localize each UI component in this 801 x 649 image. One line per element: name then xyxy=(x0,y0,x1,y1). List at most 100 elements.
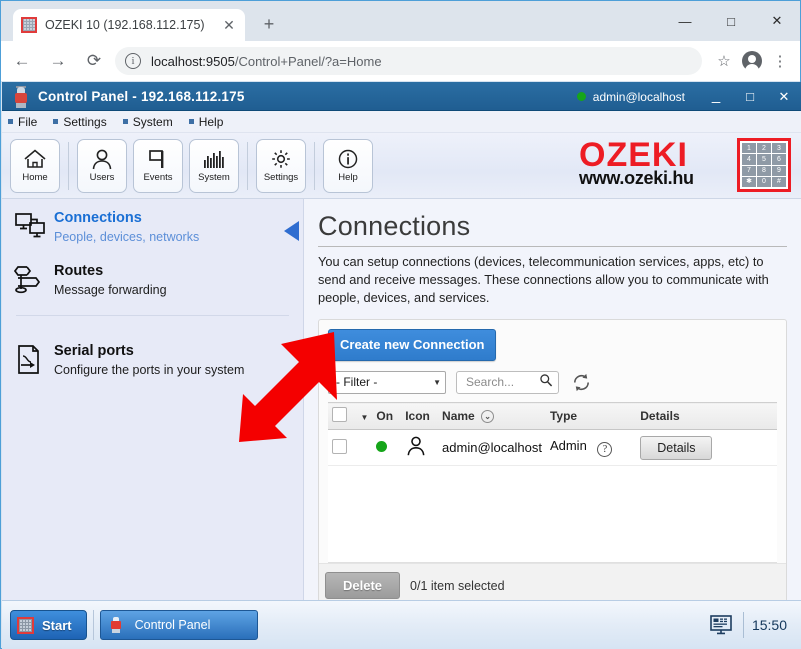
row-details-cell: Details xyxy=(636,430,777,466)
toolbar-button-events[interactable]: Events xyxy=(133,139,183,193)
toolbar-button-label: Events xyxy=(143,172,172,183)
browser-minimize-button[interactable]: — xyxy=(662,1,708,41)
system-tray: 15:50 xyxy=(707,612,793,638)
flag-icon xyxy=(146,148,170,170)
th-details[interactable]: Details xyxy=(636,403,777,430)
search-field[interactable] xyxy=(456,371,559,394)
toolbar-button-system[interactable]: System xyxy=(189,139,239,193)
help-question-icon[interactable]: ? xyxy=(597,442,612,457)
toolbar-button-label: Help xyxy=(338,172,358,183)
sidebar-item-subtitle: Message forwarding xyxy=(54,282,167,299)
status-dot-icon xyxy=(577,92,586,101)
sidebar-item-connections[interactable]: Connections People, devices, networks xyxy=(2,199,303,252)
sort-chevron-icon[interactable]: ⌄ xyxy=(481,410,494,423)
page-description: You can setup connections (devices, tele… xyxy=(318,253,787,307)
toolbar-button-users[interactable]: Users xyxy=(77,139,127,193)
filter-toolbar: - Filter - ▼ xyxy=(328,370,777,394)
search-input[interactable] xyxy=(464,374,539,390)
browser-close-button[interactable]: ✕ xyxy=(754,1,800,41)
sidebar-item-title: Serial ports xyxy=(54,342,244,360)
bookmark-star-icon[interactable]: ☆ xyxy=(710,47,738,75)
reload-icon[interactable]: ⟳ xyxy=(79,47,109,75)
th-select-menu[interactable]: ▼ xyxy=(356,403,372,430)
row-name-cell: admin@localhost xyxy=(438,430,546,466)
app-close-button[interactable]: ✕ xyxy=(767,82,801,111)
browser-maximize-button[interactable]: □ xyxy=(708,1,754,41)
taskbar-item-control-panel[interactable]: Control Panel xyxy=(100,610,258,640)
bullet-icon xyxy=(8,119,13,124)
bullet-icon xyxy=(123,119,128,124)
info-icon xyxy=(336,148,360,170)
menu-item-file[interactable]: File xyxy=(8,115,37,129)
row-type-cell: Admin ? xyxy=(546,430,636,466)
row-select-cell[interactable] xyxy=(328,430,356,466)
select-all-checkbox[interactable] xyxy=(332,407,347,422)
menu-item-label: System xyxy=(133,115,173,129)
sidebar-item-serial-ports[interactable]: Serial ports Configure the ports in your… xyxy=(2,316,303,385)
content-area: Connections You can setup connections (d… xyxy=(304,199,801,600)
browser-tab-title: OZEKI 10 (192.168.112.175) xyxy=(45,18,221,32)
user-icon xyxy=(90,148,114,170)
start-button[interactable]: Start xyxy=(10,610,87,640)
user-label: admin@localhost xyxy=(593,90,685,104)
taskbar-item-label: Control Panel xyxy=(135,618,211,632)
chevron-down-icon[interactable]: ▼ xyxy=(360,413,368,422)
magnifier-icon[interactable] xyxy=(539,373,553,392)
app-titlebar: Control Panel - 192.168.112.175 admin@lo… xyxy=(2,82,801,111)
browser-tab[interactable]: OZEKI 10 (192.168.112.175) ✕ xyxy=(13,9,245,41)
signpost-icon xyxy=(10,262,52,299)
browser-menu-icon[interactable]: ⋮ xyxy=(766,47,794,75)
logged-in-user: admin@localhost xyxy=(577,90,685,104)
sidebar-item-routes[interactable]: Routes Message forwarding xyxy=(2,252,303,305)
tray-divider xyxy=(743,612,744,638)
back-icon[interactable]: ← xyxy=(7,47,37,75)
ozeki-logo: OZEKI www.ozeki.hu 123 456 789 ✱0# xyxy=(579,138,791,196)
th-icon[interactable]: Icon xyxy=(401,403,438,430)
menu-item-label: File xyxy=(18,115,37,129)
new-tab-button[interactable]: + xyxy=(257,13,281,37)
ozeki-grid-icon xyxy=(17,617,34,634)
th-select-all[interactable] xyxy=(328,403,356,430)
sidebar-item-subtitle: People, devices, networks xyxy=(54,229,199,246)
th-name[interactable]: Name ⌄ xyxy=(438,403,546,430)
connections-table: ▼ On Icon Name ⌄ Type Details xyxy=(328,402,777,466)
table-row[interactable]: admin@localhost Admin ? Details xyxy=(328,430,777,466)
clock[interactable]: 15:50 xyxy=(752,617,787,633)
profile-avatar[interactable] xyxy=(738,47,766,75)
devices-icon xyxy=(10,209,52,246)
monitor-icon[interactable] xyxy=(707,613,735,637)
delete-button[interactable]: Delete xyxy=(325,572,400,599)
menu-item-system[interactable]: System xyxy=(123,115,173,129)
bullet-icon xyxy=(53,119,58,124)
toolbar-button-label: Users xyxy=(90,172,115,183)
table-header: ▼ On Icon Name ⌄ Type Details xyxy=(328,403,777,430)
th-on[interactable]: On xyxy=(372,403,401,430)
app-body: Connections People, devices, networks Ro… xyxy=(2,199,801,600)
th-type[interactable]: Type xyxy=(546,403,636,430)
close-icon[interactable]: ✕ xyxy=(221,18,237,32)
table-body: admin@localhost Admin ? Details xyxy=(328,430,777,466)
create-new-connection-button[interactable]: Create new Connection xyxy=(328,329,496,361)
filter-dropdown[interactable]: - Filter - ▼ xyxy=(328,371,446,394)
sidebar-item-title: Routes xyxy=(54,262,167,280)
app-title: Control Panel - 192.168.112.175 xyxy=(38,89,245,104)
forward-icon[interactable]: → xyxy=(43,47,73,75)
toolbar-button-settings[interactable]: Settings xyxy=(256,139,306,193)
site-info-icon[interactable]: i xyxy=(125,53,141,69)
app-maximize-button[interactable]: □ xyxy=(733,82,767,111)
details-button[interactable]: Details xyxy=(640,436,712,460)
row-checkbox[interactable] xyxy=(332,439,347,454)
table-empty-space xyxy=(328,466,777,563)
address-bar[interactable]: i localhost:9505/Control+Panel/?a=Home xyxy=(115,47,702,75)
chevron-down-icon: ▼ xyxy=(433,378,441,387)
menu-item-help[interactable]: Help xyxy=(189,115,224,129)
toolbar-button-help[interactable]: Help xyxy=(323,139,373,193)
sidebar: Connections People, devices, networks Ro… xyxy=(2,199,304,600)
app-minimize-button[interactable]: _ xyxy=(699,82,733,111)
menu-item-settings[interactable]: Settings xyxy=(53,115,106,129)
menu-item-label: Help xyxy=(199,115,224,129)
toolbar-button-home[interactable]: Home xyxy=(10,139,60,193)
refresh-icon[interactable] xyxy=(568,370,594,394)
row-type-label: Admin xyxy=(550,438,587,453)
keypad-icon: 123 456 789 ✱0# xyxy=(737,138,791,192)
